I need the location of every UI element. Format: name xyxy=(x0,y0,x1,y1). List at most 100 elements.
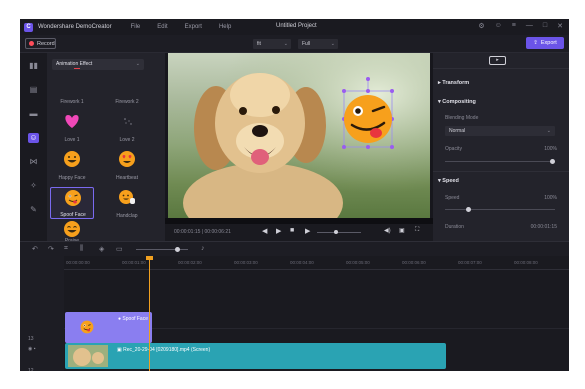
blending-mode-select[interactable]: Normal ⌄ xyxy=(445,126,555,136)
section-speed[interactable]: ▾ Speed xyxy=(438,178,459,184)
effect-label: Firework 2 xyxy=(115,99,139,105)
record-dot-icon xyxy=(29,41,34,46)
caption-icon[interactable]: ▭ xyxy=(116,245,123,253)
close-icon[interactable]: ✕ xyxy=(557,22,563,30)
window-controls: ⚙ ☺ ≡ — □ ✕ xyxy=(478,22,563,30)
effect-item-heartbeat[interactable]: Heartbeat xyxy=(105,149,149,181)
project-title: Untitled Project xyxy=(276,23,317,29)
menu-help[interactable]: Help xyxy=(219,24,231,30)
settings-icon[interactable]: ⚙ xyxy=(478,22,484,30)
opacity-slider[interactable] xyxy=(445,159,555,164)
ruler-label: 00:00:02:00 xyxy=(178,260,202,265)
effect-clip-label: ● Spoof Face xyxy=(118,316,148,322)
redo-icon[interactable]: ↷ xyxy=(48,245,54,253)
heart-icon xyxy=(65,115,79,128)
video-thumbnail xyxy=(68,345,108,367)
ruler-label: 00:00:08:00 xyxy=(514,260,538,265)
effect-label: Love 2 xyxy=(119,137,135,143)
blending-mode-value: Normal xyxy=(449,128,466,134)
quality-select[interactable]: Full ⌄ xyxy=(298,39,338,49)
video-clip-label: ▣ Rec_20-29-04 [0209180].mp4 (Screen) xyxy=(117,347,211,353)
spoof-face-icon xyxy=(65,190,81,206)
section-speed-label: Speed xyxy=(442,178,459,184)
speed-slider-knob[interactable] xyxy=(466,207,471,212)
effect-item-firework-1[interactable]: Firework 1 xyxy=(50,73,94,105)
track-visibility-icon[interactable]: ◉ ▪ xyxy=(28,346,36,352)
media-library-icon[interactable]: ▮▮ xyxy=(28,61,39,71)
export-button[interactable]: ⇪ Export xyxy=(526,37,564,49)
properties-panel: ▸ ▸ Transform ▾ Compositing Blending Mod… xyxy=(433,53,569,241)
section-compositing[interactable]: ▾ Compositing xyxy=(438,99,476,105)
properties-topbar: ▸ xyxy=(433,53,569,69)
playback-progress-track[interactable] xyxy=(317,232,361,233)
minimize-icon[interactable]: — xyxy=(526,22,533,30)
left-sidebar: ▮▮ ▤ ▬ ☺ ⋈ ✧ ✎ xyxy=(20,53,47,241)
record-properties-icon[interactable]: ▸ xyxy=(489,56,506,65)
section-transform[interactable]: ▸ Transform xyxy=(438,80,469,86)
templates-icon[interactable]: ▤ xyxy=(28,85,39,95)
effects-icon[interactable]: ☺ xyxy=(28,133,39,143)
playhead[interactable] xyxy=(149,256,150,371)
snapshot-icon[interactable]: ▣ xyxy=(399,227,405,234)
menu-file[interactable]: File xyxy=(131,24,141,30)
ruler-label: 00:00:00:00 xyxy=(66,260,90,265)
effect-item-handclap[interactable]: Handclap xyxy=(105,187,149,219)
microphone-icon[interactable]: ♪ xyxy=(201,245,205,252)
preview-panel: 00:00:01:15 | 00:00:06:21 ◀ ▶ ■ ▶ ◀) ▣ ⛶ xyxy=(165,53,433,241)
effects-panel: Animation Effect ⌄ Firework 1 Firework 2… xyxy=(47,53,165,244)
effect-item-firework-2[interactable]: Firework 2 xyxy=(105,73,149,105)
quality-value: Full xyxy=(302,41,311,47)
timeline-ruler[interactable]: 00:00:00:00 00:00:01:00 00:00:02:00 00:0… xyxy=(64,256,569,270)
effect-item-spoof-face[interactable]: Spoof Face xyxy=(50,187,94,219)
effect-label: Heartbeat xyxy=(116,175,138,181)
opacity-slider-knob[interactable] xyxy=(550,159,555,164)
timeline-zoom-knob[interactable] xyxy=(175,247,180,252)
duration-value: 00:00:01:15 xyxy=(530,224,557,230)
playback-progress-knob[interactable] xyxy=(334,230,338,234)
annotations-icon[interactable]: ▬ xyxy=(28,109,39,119)
effect-item-happy-face[interactable]: Happy Face xyxy=(50,149,94,181)
effect-item-love-2[interactable]: Love 2 xyxy=(105,111,149,143)
firework-icon xyxy=(62,73,82,93)
happy-face-icon xyxy=(64,151,80,167)
record-button[interactable]: Record xyxy=(25,38,56,49)
effect-item-love-1[interactable]: Love 1 xyxy=(50,111,94,143)
account-icon[interactable]: ☺ xyxy=(495,22,502,30)
undo-icon[interactable]: ↶ xyxy=(32,245,38,253)
effect-label: Firework 1 xyxy=(60,99,84,105)
stop-icon[interactable]: ■ xyxy=(290,227,294,234)
pin-icon[interactable]: ✎ xyxy=(28,205,39,215)
crop-icon[interactable]: ⌗ xyxy=(64,245,68,253)
effect-category-select[interactable]: Animation Effect ⌄ xyxy=(52,59,144,70)
timeline-toolbar: ↶ ↷ ⌗ ⫼ ◈ ▭ ♪ xyxy=(20,241,569,256)
firework-icon xyxy=(117,73,137,93)
maximize-icon[interactable]: □ xyxy=(543,22,547,30)
app-window: C Wondershare DemoCreator File Edit Expo… xyxy=(20,19,569,371)
menu-export[interactable]: Export xyxy=(185,24,202,30)
chevron-down-icon: ⌄ xyxy=(546,128,551,134)
prev-frame-icon[interactable]: ◀ xyxy=(262,227,267,235)
volume-icon[interactable]: ◀) xyxy=(384,227,391,234)
track-number: 12 xyxy=(28,368,34,371)
time-display: 00:00:01:15 | 00:00:06:21 xyxy=(174,229,231,235)
effect-item-praise[interactable]: Praise xyxy=(50,221,94,244)
aspect-ratio-select[interactable]: fit ⌄ xyxy=(253,39,291,49)
fullscreen-icon[interactable]: ⛶ xyxy=(415,227,419,234)
play-icon[interactable]: ▶ xyxy=(276,227,281,235)
ruler-label: 00:00:06:00 xyxy=(402,260,426,265)
next-frame-icon[interactable]: ▶ xyxy=(305,227,310,235)
effect-label: Happy Face xyxy=(58,175,86,181)
video-canvas[interactable] xyxy=(168,53,430,218)
marker-icon[interactable]: ◈ xyxy=(99,245,104,253)
duration-label: Duration xyxy=(445,224,464,230)
video-clip[interactable]: ▣ Rec_20-29-04 [0209180].mp4 (Screen) xyxy=(65,343,446,369)
transitions-icon[interactable]: ⋈ xyxy=(28,157,39,167)
menu-icon[interactable]: ≡ xyxy=(512,22,516,30)
menu-edit[interactable]: Edit xyxy=(157,24,167,30)
timeline-zoom-track[interactable] xyxy=(136,249,188,250)
split-icon[interactable]: ⫼ xyxy=(80,245,83,253)
effect-clip[interactable]: ● Spoof Face xyxy=(65,312,152,343)
magic-icon[interactable]: ✧ xyxy=(28,181,39,191)
track-headers: 13 ◉ ▪ 12 xyxy=(20,256,64,371)
speed-slider[interactable] xyxy=(445,207,555,212)
